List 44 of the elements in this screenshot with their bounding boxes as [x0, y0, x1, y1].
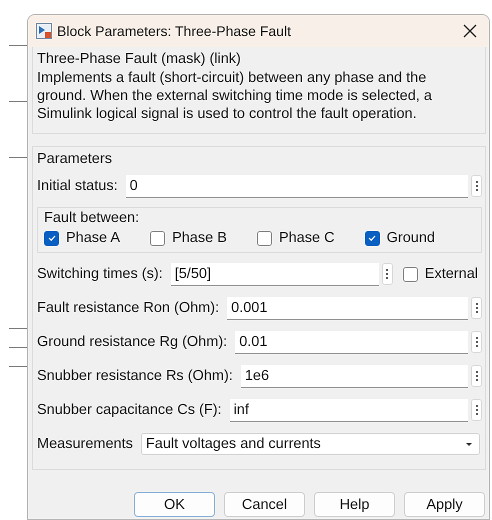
- caret-icon: [465, 442, 473, 446]
- checkbox[interactable]: [402, 266, 418, 282]
- block-icon: [36, 23, 52, 39]
- check-icon: [367, 233, 378, 243]
- window-title: Block Parameters: Three-Phase Fault: [57, 23, 292, 39]
- checkbox-label: Phase A: [66, 230, 120, 246]
- field-label: Initial status:: [37, 178, 118, 194]
- checkbox[interactable]: [44, 230, 59, 246]
- more-options-button[interactable]: [471, 297, 482, 319]
- checkbox-label: Ground: [386, 230, 435, 246]
- checkbox-label: Phase B: [172, 230, 227, 246]
- close-icon: [463, 24, 477, 38]
- input-field[interactable]: 0.001: [227, 296, 468, 320]
- input-field[interactable]: inf: [230, 398, 468, 422]
- input-field[interactable]: 1e6: [240, 364, 468, 388]
- dialog-button[interactable]: OK: [134, 492, 215, 517]
- group-heading: Parameters: [37, 150, 113, 169]
- input-field[interactable]: 0: [126, 174, 468, 198]
- input-field[interactable]: 0.01: [235, 330, 468, 354]
- input-field[interactable]: [5/50]: [170, 262, 379, 286]
- checkbox[interactable]: [364, 230, 380, 246]
- measurements-dropdown[interactable]: Fault voltages and currents: [140, 433, 480, 455]
- checkbox-label: Phase C: [278, 230, 335, 246]
- field-label: Snubber capacitance Cs (F):: [37, 402, 222, 418]
- dialog-button[interactable]: Help: [314, 492, 395, 517]
- checkbox[interactable]: [150, 230, 166, 246]
- dialog-button[interactable]: Cancel: [224, 492, 305, 517]
- description-text: Implements a fault (short-circuit) between any phase and the ground. When the external switching time mode is selected, a Simulink logical signal is used to control the fault operation.: [37, 69, 433, 123]
- check-icon: [46, 233, 56, 243]
- dialog-button[interactable]: Apply: [404, 492, 485, 517]
- field-label: Measurements: [37, 436, 133, 452]
- more-options-button[interactable]: [471, 175, 482, 197]
- more-options-button[interactable]: [382, 263, 393, 285]
- field-label: Switching times (s):: [37, 266, 163, 282]
- more-options-button[interactable]: [471, 399, 482, 421]
- more-options-button[interactable]: [471, 331, 482, 353]
- group-heading: Fault between:: [44, 210, 140, 226]
- group-heading: Three-Phase Fault (mask) (link): [37, 50, 242, 69]
- field-label: Fault resistance Ron (Ohm):: [37, 300, 220, 316]
- field-label: Ground resistance Rg (Ohm):: [37, 334, 228, 350]
- checkbox-label: External: [424, 266, 478, 282]
- field-label: Snubber resistance Rs (Ohm):: [37, 368, 233, 384]
- checkbox[interactable]: [256, 230, 272, 246]
- more-options-button[interactable]: [471, 365, 482, 387]
